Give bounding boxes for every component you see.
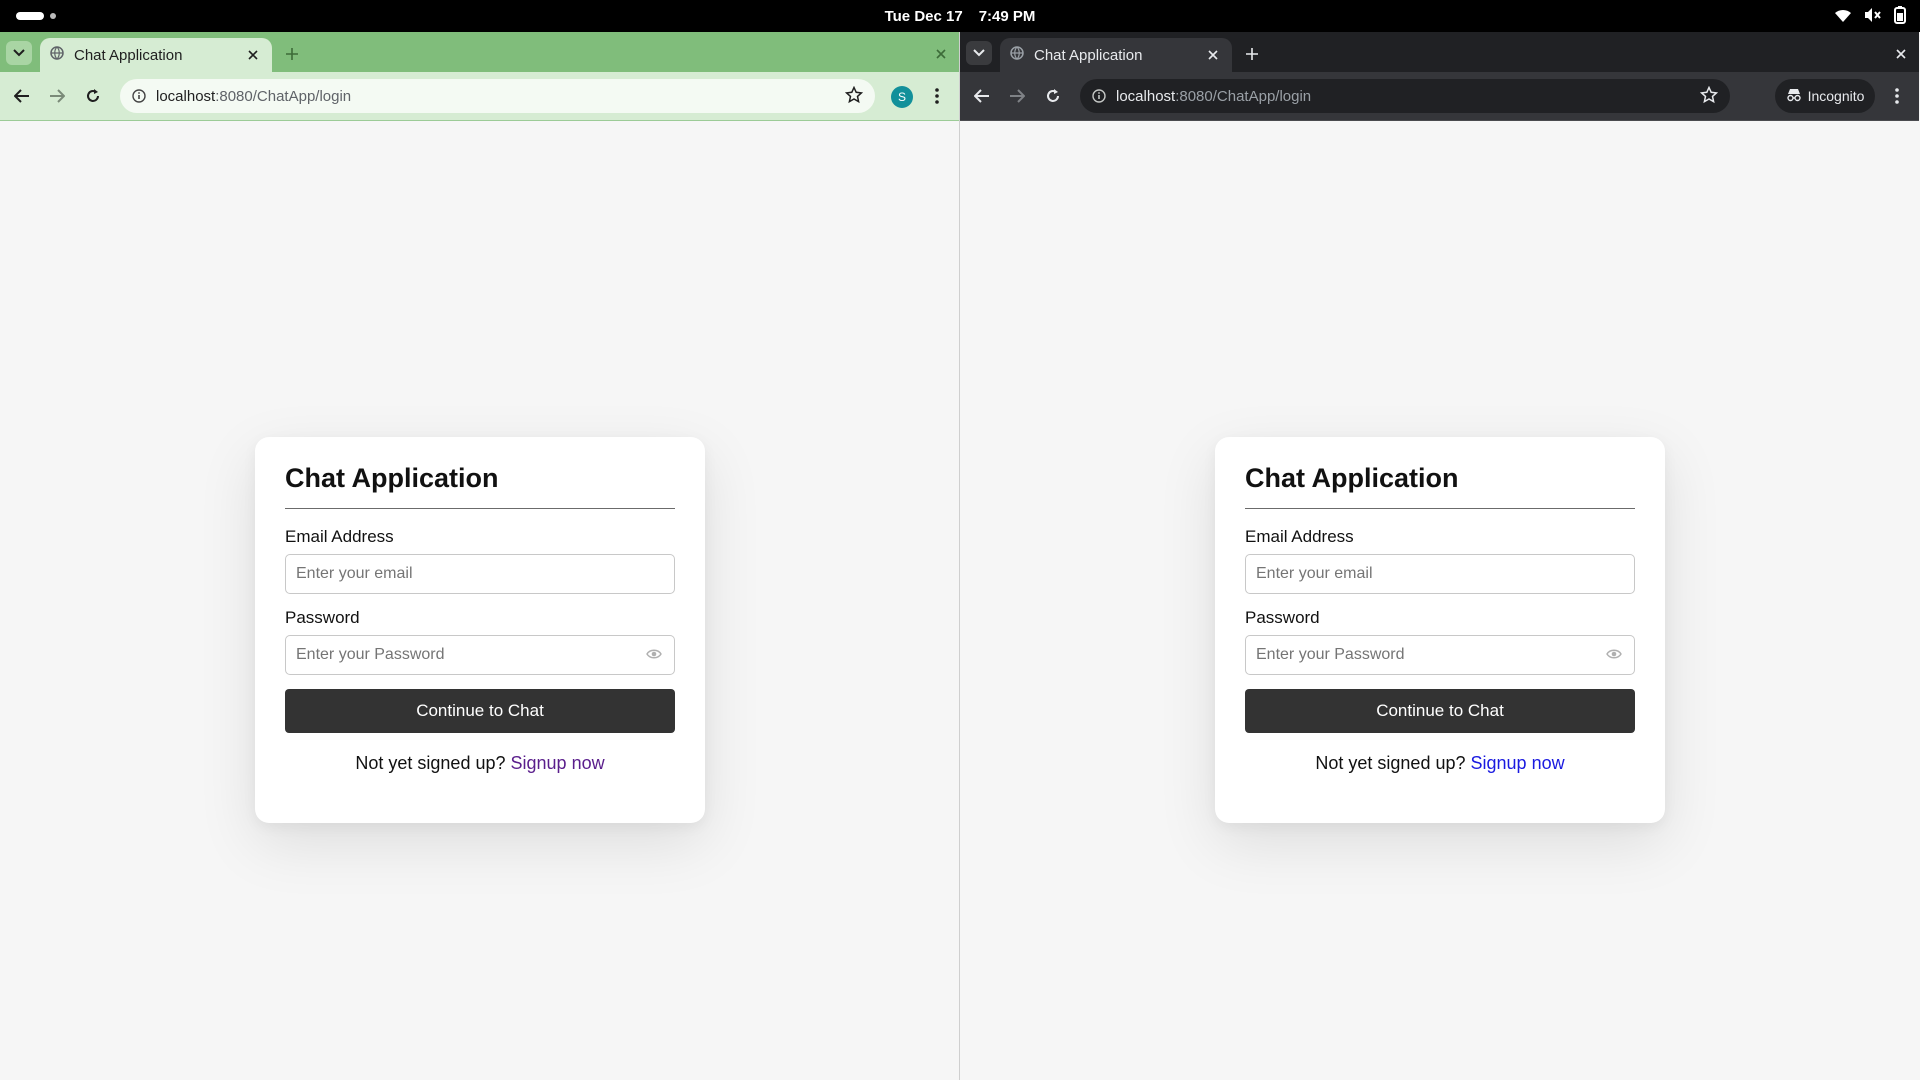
browser-window-left: Chat Application localhost:8080/ChatApp/… (0, 32, 959, 1080)
url-path: :8080/ChatApp/login (1175, 87, 1312, 105)
back-button[interactable] (10, 84, 34, 108)
system-tray[interactable] (1834, 6, 1906, 24)
browser-toolbar: localhost:8080/ChatApp/login S (0, 72, 959, 120)
site-info-icon[interactable] (1092, 89, 1106, 103)
tab-search-button[interactable] (6, 41, 32, 65)
email-field[interactable] (1246, 555, 1634, 593)
signup-link[interactable]: Signup now (511, 753, 605, 773)
incognito-label: Incognito (1807, 88, 1865, 104)
tab-search-button[interactable] (966, 41, 992, 65)
email-label: Email Address (285, 527, 394, 546)
address-bar[interactable]: localhost:8080/ChatApp/login (120, 79, 875, 113)
tab-chat-application[interactable]: Chat Application (40, 38, 272, 72)
browser-window-right: Chat Application localhost:8080/ChatApp/… (960, 32, 1919, 1080)
tab-chat-application[interactable]: Chat Application (1000, 38, 1232, 72)
login-card: Chat Application Email Address Password … (255, 437, 705, 823)
profile-avatar[interactable]: S (891, 86, 913, 108)
email-label: Email Address (1245, 527, 1354, 546)
globe-icon (50, 46, 64, 64)
forward-button[interactable] (1005, 84, 1029, 108)
tab-title: Chat Application (1034, 46, 1143, 64)
back-button[interactable] (970, 84, 994, 108)
page-title: Chat Application (285, 463, 675, 509)
reload-button[interactable] (1041, 84, 1065, 108)
password-field-wrapper (285, 635, 675, 675)
signup-prompt: Not yet signed up? Signup now (285, 753, 675, 774)
signup-prompt: Not yet signed up? Signup now (1245, 753, 1635, 774)
password-field[interactable] (1246, 636, 1634, 674)
incognito-icon (1786, 88, 1802, 105)
tab-strip: Chat Application (0, 32, 959, 72)
volume-muted-icon (1864, 7, 1882, 23)
clock-time: 7:49 PM (978, 7, 1036, 25)
continue-to-chat-button[interactable]: Continue to Chat (285, 689, 675, 733)
forward-button[interactable] (45, 84, 69, 108)
clock[interactable]: Tue Dec 17 7:49 PM (0, 0, 1920, 32)
system-top-bar: Tue Dec 17 7:49 PM (0, 0, 1920, 32)
email-field-wrapper (1245, 554, 1635, 594)
password-label: Password (1245, 608, 1320, 627)
url-path: :8080/ChatApp/login (215, 87, 352, 105)
password-label: Password (285, 608, 360, 627)
reload-button[interactable] (81, 84, 105, 108)
url-host: localhost (1116, 87, 1176, 105)
continue-to-chat-button[interactable]: Continue to Chat (1245, 689, 1635, 733)
star-icon[interactable] (844, 85, 864, 108)
password-field-wrapper (1245, 635, 1635, 675)
signup-prompt-text: Not yet signed up? (1315, 753, 1466, 773)
kebab-menu-icon[interactable] (1885, 84, 1909, 108)
signup-prompt-text: Not yet signed up? (355, 753, 506, 773)
tab-title: Chat Application (74, 46, 183, 64)
globe-icon (1010, 46, 1024, 64)
tab-close-button[interactable] (1204, 46, 1222, 64)
tab-close-button[interactable] (244, 46, 262, 64)
tab-strip: Chat Application (960, 32, 1919, 72)
login-card: Chat Application Email Address Password … (1215, 437, 1665, 823)
eye-icon[interactable] (646, 648, 662, 660)
email-field-wrapper (285, 554, 675, 594)
new-tab-button[interactable] (280, 42, 304, 66)
wifi-icon (1834, 7, 1852, 23)
browser-toolbar: localhost:8080/ChatApp/login Incognito (960, 72, 1919, 120)
incognito-indicator[interactable]: Incognito (1775, 79, 1875, 113)
new-tab-button[interactable] (1240, 42, 1264, 66)
site-info-icon[interactable] (132, 89, 146, 103)
window-close-button[interactable] (1889, 42, 1913, 66)
email-field[interactable] (286, 555, 674, 593)
address-bar[interactable]: localhost:8080/ChatApp/login (1080, 79, 1730, 113)
signup-link[interactable]: Signup now (1471, 753, 1565, 773)
page-content: Chat Application Email Address Password … (0, 121, 959, 1080)
chevron-down-icon (13, 44, 25, 62)
page-title: Chat Application (1245, 463, 1635, 509)
window-close-button[interactable] (929, 42, 953, 66)
url-host: localhost (156, 87, 216, 105)
battery-icon (1894, 6, 1906, 24)
chevron-down-icon (973, 44, 985, 62)
eye-icon[interactable] (1606, 648, 1622, 660)
password-field[interactable] (286, 636, 674, 674)
star-icon[interactable] (1699, 85, 1719, 108)
page-content: Chat Application Email Address Password … (960, 121, 1919, 1080)
kebab-menu-icon[interactable] (925, 84, 949, 108)
clock-date: Tue Dec 17 (884, 7, 963, 25)
